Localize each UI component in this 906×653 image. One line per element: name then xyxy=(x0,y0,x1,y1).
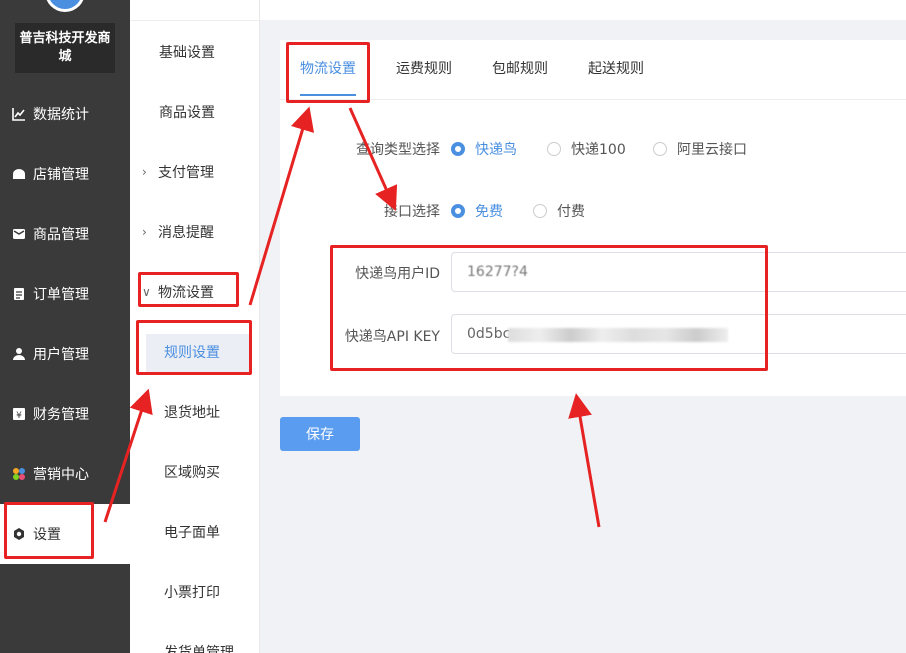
submenu-item-shipping-list[interactable]: 发货单管理 xyxy=(130,622,260,653)
line-chart-icon xyxy=(12,107,26,121)
submenu-item-label: 小票打印 xyxy=(164,585,220,601)
submenu-item-region[interactable]: 区域购买 xyxy=(130,442,260,502)
sidebar-item-label: 商品管理 xyxy=(33,227,89,243)
annotation-box-credentials xyxy=(330,245,768,371)
sidebar-item-users[interactable]: 用户管理 xyxy=(0,324,130,384)
clipboard-icon xyxy=(12,287,26,301)
submenu-item-label: 电子面单 xyxy=(164,525,220,541)
annotation-box-settings xyxy=(4,502,94,559)
submenu-item-payment[interactable]: › 支付管理 xyxy=(130,142,260,202)
sidebar-item-goods[interactable]: 商品管理 xyxy=(0,204,130,264)
radio-free[interactable]: 免费 xyxy=(451,201,503,221)
chevron-right-icon: › xyxy=(142,225,147,239)
radio-paid[interactable]: 付费 xyxy=(533,201,585,221)
submenu-item-label: 退货地址 xyxy=(164,405,220,421)
submenu-item-label: 商品设置 xyxy=(159,105,215,121)
chevron-right-icon: › xyxy=(142,165,147,179)
sidebar-item-label: 财务管理 xyxy=(33,407,89,423)
radio-kuaidi100[interactable]: 快递100 xyxy=(547,139,626,159)
sidebar-item-label: 营销中心 xyxy=(33,467,89,483)
sidebar-item-shop[interactable]: 店铺管理 xyxy=(0,144,130,204)
radio-label: 快递鸟 xyxy=(475,142,517,158)
annotation-box-logistics-menu xyxy=(138,272,239,307)
yen-icon: ¥ xyxy=(12,407,26,421)
submenu-item-basic[interactable]: 基础设置 xyxy=(130,22,260,82)
radio-dot xyxy=(533,204,547,218)
colorful-dots-icon xyxy=(12,467,26,481)
submenu-item-label: 支付管理 xyxy=(158,165,214,181)
submenu-item-label: 发货单管理 xyxy=(164,645,234,653)
radio-dot xyxy=(451,204,465,218)
sidebar-item-label: 订单管理 xyxy=(33,287,89,303)
header-bar xyxy=(260,0,906,20)
divider xyxy=(130,20,260,21)
sidebar-item-orders[interactable]: 订单管理 xyxy=(0,264,130,324)
sidebar-item-marketing[interactable]: 营销中心 xyxy=(0,444,130,504)
tab-bar: 物流设置 运费规则 包邮规则 起送规则 xyxy=(280,40,906,100)
submenu-item-goods[interactable]: 商品设置 xyxy=(130,82,260,142)
radio-label: 付费 xyxy=(557,204,585,220)
radio-label: 免费 xyxy=(475,204,503,220)
submenu-item-waybill[interactable]: 电子面单 xyxy=(130,502,260,562)
radio-label: 阿里云接口 xyxy=(677,142,747,158)
submenu-item-label: 基础设置 xyxy=(159,45,215,61)
query-type-label: 查询类型选择 xyxy=(356,142,440,158)
submenu-item-receipt-print[interactable]: 小票打印 xyxy=(130,562,260,622)
sidebar-item-label: 数据统计 xyxy=(33,107,89,123)
shop-icon xyxy=(12,167,26,181)
tab-freight-rules[interactable]: 运费规则 xyxy=(396,40,452,100)
submenu-item-notify[interactable]: › 消息提醒 xyxy=(130,202,260,262)
radio-dot xyxy=(547,142,561,156)
submenu-item-label: 区域购买 xyxy=(164,465,220,481)
interface-label: 接口选择 xyxy=(384,204,440,220)
logo-icon xyxy=(45,0,85,12)
annotation-box-tab xyxy=(286,42,370,103)
submenu-item-return-address[interactable]: 退货地址 xyxy=(130,382,260,442)
svg-text:¥: ¥ xyxy=(16,411,22,421)
tab-free-shipping[interactable]: 包邮规则 xyxy=(492,40,548,100)
sidebar-item-stats[interactable]: 数据统计 xyxy=(0,84,130,144)
radio-dot xyxy=(451,142,465,156)
sidebar-item-label: 用户管理 xyxy=(33,347,89,363)
brand-name: 普吉科技开发商城 xyxy=(15,23,115,73)
save-button[interactable]: 保存 xyxy=(280,417,360,451)
sidebar-item-finance[interactable]: ¥ 财务管理 xyxy=(0,384,130,444)
sidebar-item-label: 店铺管理 xyxy=(33,167,89,183)
envelope-icon xyxy=(12,227,26,241)
annotation-box-rules-menu xyxy=(136,320,252,375)
radio-aliyun[interactable]: 阿里云接口 xyxy=(653,139,747,159)
submenu-item-label: 消息提醒 xyxy=(158,225,214,241)
tab-min-order[interactable]: 起送规则 xyxy=(588,40,644,100)
radio-label: 快递100 xyxy=(571,142,626,158)
radio-kdniao[interactable]: 快递鸟 xyxy=(451,139,517,159)
radio-dot xyxy=(653,142,667,156)
user-icon xyxy=(12,347,26,361)
